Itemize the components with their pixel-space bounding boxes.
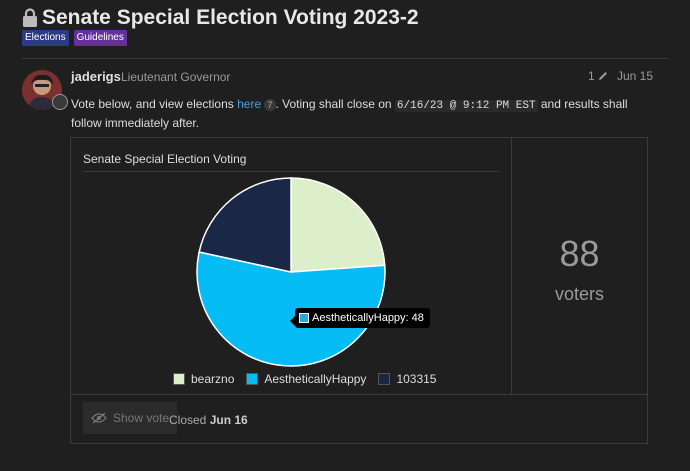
tooltip-label: AestheticallyHappy: 48 xyxy=(312,312,424,324)
legend-item-103315[interactable]: 103315 xyxy=(378,372,436,386)
poll: Senate Special Election Voting Aesthetic… xyxy=(70,137,648,444)
lock-icon xyxy=(23,8,37,27)
username[interactable]: jaderigs xyxy=(71,69,121,84)
legend-item-bearzno[interactable]: bearzno xyxy=(173,372,234,386)
poll-title-divider xyxy=(83,171,499,172)
voters-label: voters xyxy=(554,284,605,304)
poll-results-panel: Senate Special Election Voting Aesthetic… xyxy=(71,138,511,394)
flair-icon xyxy=(52,94,68,110)
show-vote-button[interactable]: Show vote xyxy=(83,402,178,434)
poll-closed-status: Closed Jun 16 xyxy=(169,413,248,427)
legend-swatch xyxy=(246,373,259,385)
post-date[interactable]: Jun 15 xyxy=(617,69,653,83)
pie-chart xyxy=(196,177,386,367)
tag-guidelines[interactable]: Guidelines xyxy=(73,30,127,46)
edit-count: 1 xyxy=(588,69,595,83)
body-text-2: . Voting shall close on xyxy=(275,97,395,111)
legend-swatch xyxy=(173,373,185,385)
edit-history[interactable]: 1 xyxy=(588,69,609,83)
body-text-1: Vote below, and view elections xyxy=(71,97,238,111)
pencil-icon xyxy=(598,72,607,80)
tag-elections[interactable]: Elections xyxy=(22,30,69,46)
poll-footer-divider xyxy=(71,394,647,395)
eye-slash-icon xyxy=(91,412,107,424)
chart-legend: bearzno AestheticallyHappy 103315 xyxy=(173,372,448,386)
chart-tooltip: AestheticallyHappy: 48 xyxy=(290,308,430,328)
closed-date: Jun 16 xyxy=(209,413,248,427)
legend-item-aestheticallyhappy[interactable]: AestheticallyHappy xyxy=(246,372,366,386)
user-title: Lieutenant Governor xyxy=(121,70,231,84)
legend-label: bearzno xyxy=(191,372,235,386)
closed-prefix: Closed xyxy=(169,413,210,427)
header-divider xyxy=(22,58,668,59)
link-click-count: 7 xyxy=(264,98,276,111)
close-time: 6/16/23 @ 9:12 PM EST xyxy=(394,100,538,112)
poll-title: Senate Special Election Voting xyxy=(83,152,247,166)
show-vote-label: Show vote xyxy=(113,411,170,425)
voters-count: 88 xyxy=(559,233,600,274)
topic-header: Senate Special Election Voting 2023-2 xyxy=(22,6,419,30)
pie-slice-bearzno[interactable] xyxy=(290,177,386,273)
legend-label: AestheticallyHappy xyxy=(264,372,367,386)
avatar[interactable] xyxy=(22,70,68,110)
tag-list: Elections Guidelines xyxy=(22,30,127,46)
elections-link[interactable]: here xyxy=(237,97,261,111)
legend-swatch xyxy=(378,373,391,385)
post-body: Vote below, and view elections here 7. V… xyxy=(71,96,631,132)
topic-title[interactable]: Senate Special Election Voting 2023-2 xyxy=(42,6,419,30)
legend-label: 103315 xyxy=(396,372,437,386)
tooltip-swatch xyxy=(299,313,309,323)
